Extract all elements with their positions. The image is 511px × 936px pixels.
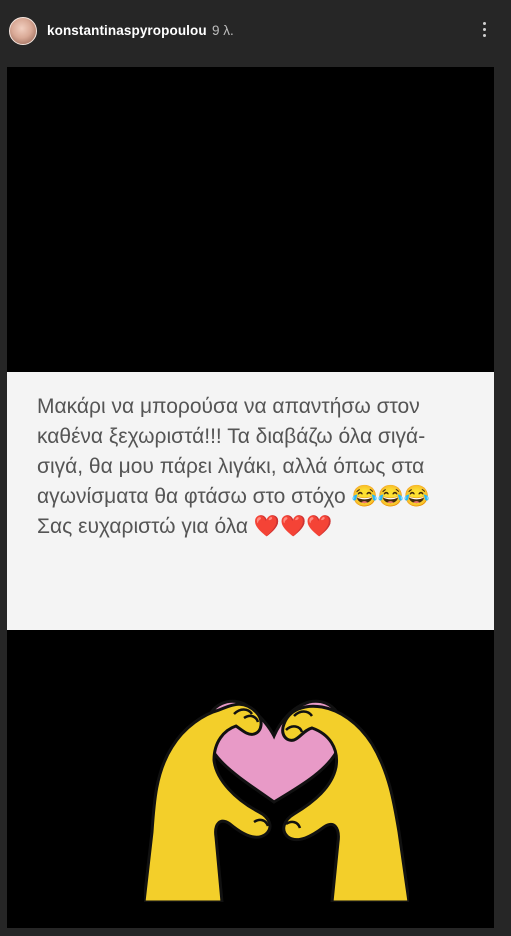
timestamp: 9 λ. — [212, 23, 234, 38]
username[interactable]: konstantinaspyropoulou — [47, 23, 207, 38]
story-content: Μακάρι να μπορούσα να απαντήσω στον καθέ… — [7, 67, 494, 928]
heart-hands-sticker-icon — [144, 699, 409, 902]
text-card: Μακάρι να μπορούσα να απαντήσω στον καθέ… — [7, 372, 494, 630]
story-message: Μακάρι να μπορούσα να απαντήσω στον καθέ… — [37, 395, 430, 538]
avatar[interactable] — [9, 17, 37, 45]
more-options-icon[interactable] — [477, 20, 491, 38]
story-header: konstantinaspyropoulou 9 λ. — [0, 0, 511, 60]
